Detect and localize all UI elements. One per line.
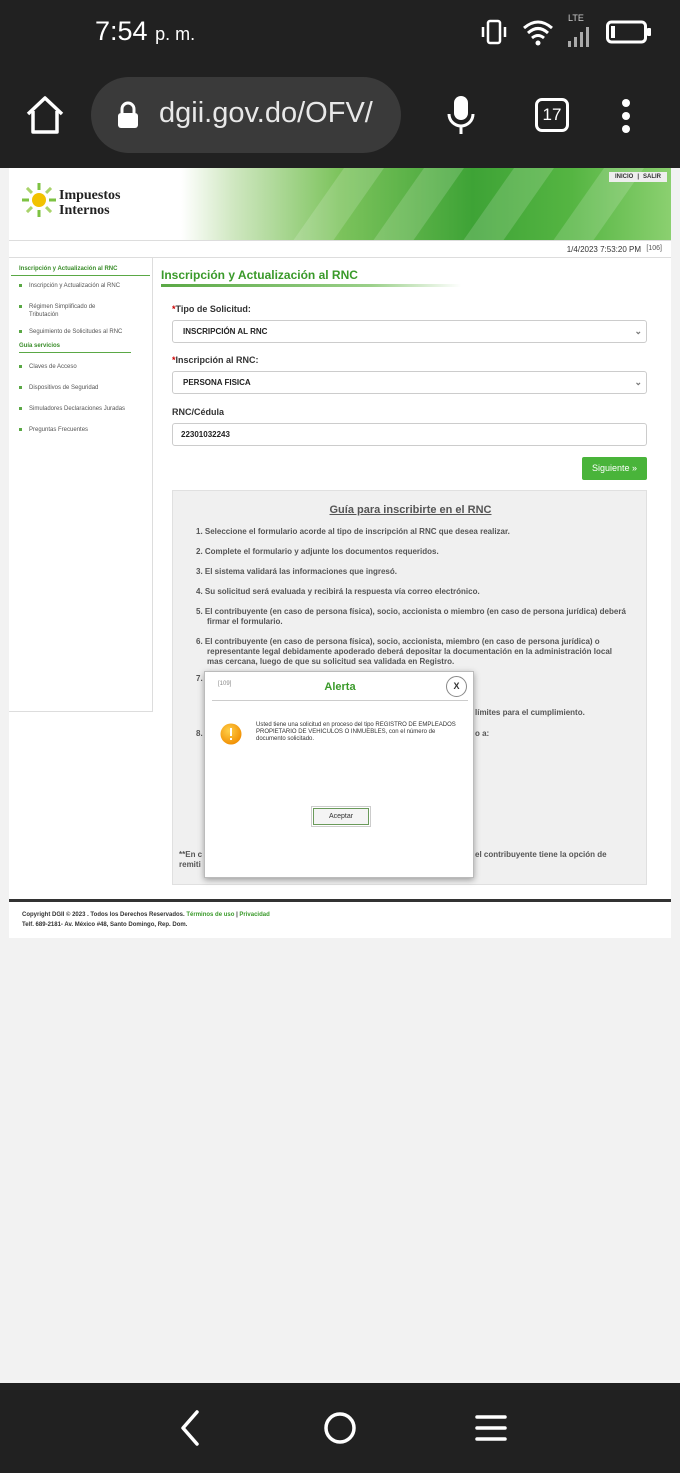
terms-link[interactable]: Términos de uso (186, 912, 234, 918)
guide-item-8-number: 8. (196, 729, 203, 738)
footer: Copyright DGII © 2023 . Todos los Derech… (22, 912, 270, 928)
address-bar[interactable]: dgii.gov.do/OFV/ (91, 77, 401, 153)
alert-divider (212, 700, 468, 701)
guide-item: 6. El contribuyente (en caso de persona … (196, 637, 612, 666)
tab-switcher-button[interactable]: 17 (535, 98, 569, 132)
sun-logo-icon (22, 183, 56, 217)
rnc-cedula-input[interactable]: 22301032243 (172, 423, 647, 446)
lock-icon (118, 101, 138, 128)
browser-toolbar: dgii.gov.do/OFV/ 17 (0, 68, 680, 168)
system-nav-bar (0, 1383, 680, 1473)
guide-item: 3. El sistema validará las informaciones… (196, 567, 397, 576)
title-underline (161, 284, 461, 287)
sidebar-item-seguimiento[interactable]: Seguimiento de Solicitudes al RNC (19, 328, 152, 336)
home-icon[interactable] (24, 94, 66, 136)
sidebar-item-regimen[interactable]: Régimen Simplificado de Tributación (19, 303, 119, 319)
session-info-row: 1/4/2023 7:53:20 PM [106] (9, 240, 671, 258)
inscripcion-rnc-label: *Inscripción al RNC: (172, 355, 259, 365)
home-circle-icon[interactable] (323, 1411, 357, 1445)
guide-list: 1. Seleccione el formulario acorde al ti… (196, 527, 628, 677)
recents-icon[interactable] (475, 1414, 507, 1442)
guide-item: 1. Seleccione el formulario acorde al ti… (196, 527, 510, 536)
close-button[interactable]: X (446, 676, 467, 697)
chevron-down-icon: ⌄ (634, 377, 642, 387)
battery-icon (606, 20, 651, 44)
session-datetime: 1/4/2023 7:53:20 PM (566, 245, 641, 254)
network-type: LTE (568, 13, 584, 23)
guide-item-7-number: 7. (196, 674, 203, 683)
rnc-cedula-label: RNC/Cédula (172, 407, 225, 417)
privacy-link[interactable]: Privacidad (239, 912, 269, 918)
salir-link[interactable]: SALIR (643, 174, 661, 180)
guide-note-start: **En c (179, 850, 203, 859)
wifi-icon (523, 20, 553, 46)
guide-item-7-tail: límites para el cumplimiento. (475, 708, 585, 717)
guide-note-tail: el contribuyente tiene la opción de (475, 850, 607, 859)
more-options-icon[interactable] (621, 98, 631, 134)
session-code: [106] (646, 245, 662, 252)
guide-item: 2. Complete el formulario y adjunte los … (196, 547, 439, 556)
site-banner: Impuestos Internos INICIO | SALIR (9, 168, 671, 240)
signal-icon (568, 27, 589, 47)
next-button[interactable]: Siguiente » (582, 457, 647, 480)
guide-item-8-tail: o a: (475, 729, 490, 738)
page-title: Inscripción y Actualización al RNC (161, 268, 358, 282)
sidebar-section-guia-list: Claves de Acceso Dispositivos de Segurid… (9, 363, 152, 434)
guide-item: 4. Su solicitud será evaluada y recibirá… (196, 587, 480, 596)
back-icon[interactable] (175, 1408, 205, 1448)
sidebar-item-inscripcion[interactable]: Inscripción y Actualización al RNC (19, 282, 152, 290)
tipo-solicitud-select[interactable]: INSCRIPCIÓN AL RNC ⌄ (172, 320, 647, 343)
sidebar-item-claves[interactable]: Claves de Acceso (19, 363, 152, 371)
cell-signal: LTE (568, 13, 592, 47)
mic-icon[interactable] (446, 94, 476, 136)
clock: 7:54 p. m. (95, 16, 196, 46)
sidebar-item-simuladores[interactable]: Simuladores Declaraciones Juradas (19, 405, 152, 413)
site-logo[interactable]: Impuestos Internos (21, 182, 151, 222)
url-text: dgii.gov.do/OFV/ (159, 97, 373, 129)
sidebar-section-guia-title: Guía servicios (19, 343, 61, 349)
inicio-link[interactable]: INICIO (615, 174, 633, 180)
sidebar-section-rnc-title: Inscripción y Actualización al RNC (19, 266, 118, 272)
guide-item: 5. El contribuyente (en caso de persona … (196, 607, 626, 626)
warning-icon (220, 723, 242, 745)
sidebar-item-dispositivos[interactable]: Dispositivos de Seguridad (19, 384, 152, 392)
alert-dialog: [109] Alerta X Usted tiene una solicitud… (204, 671, 474, 878)
guide-note-start2: remiti (179, 860, 201, 869)
inscripcion-rnc-select[interactable]: PERSONA FISICA ⌄ (172, 371, 647, 394)
top-links: INICIO | SALIR (608, 172, 667, 182)
chevron-down-icon: ⌄ (634, 326, 642, 336)
sidebar-section-rnc-list: Inscripción y Actualización al RNC Régim… (9, 282, 152, 336)
status-icons: LTE (480, 13, 652, 50)
vibrate-icon (481, 19, 507, 45)
footer-divider (9, 899, 671, 902)
alert-title: Alerta (324, 681, 356, 693)
sidebar: Inscripción y Actualización al RNC Inscr… (9, 258, 153, 712)
status-bar: 7:54 p. m. LTE (0, 0, 680, 68)
guide-title: Guía para inscribirte en el RNC (329, 504, 492, 516)
tipo-solicitud-label: *Tipo de Solicitud: (172, 304, 251, 314)
sidebar-item-preguntas[interactable]: Preguntas Frecuentes (19, 426, 152, 434)
logo-text: Impuestos Internos (59, 188, 121, 218)
alert-message: Usted tiene una solicitud en proceso del… (256, 722, 456, 742)
screen: 7:54 p. m. LTE dgii.gov.do/OFV/ 17 Impue… (0, 0, 680, 1473)
accept-button[interactable]: Aceptar (311, 806, 371, 827)
